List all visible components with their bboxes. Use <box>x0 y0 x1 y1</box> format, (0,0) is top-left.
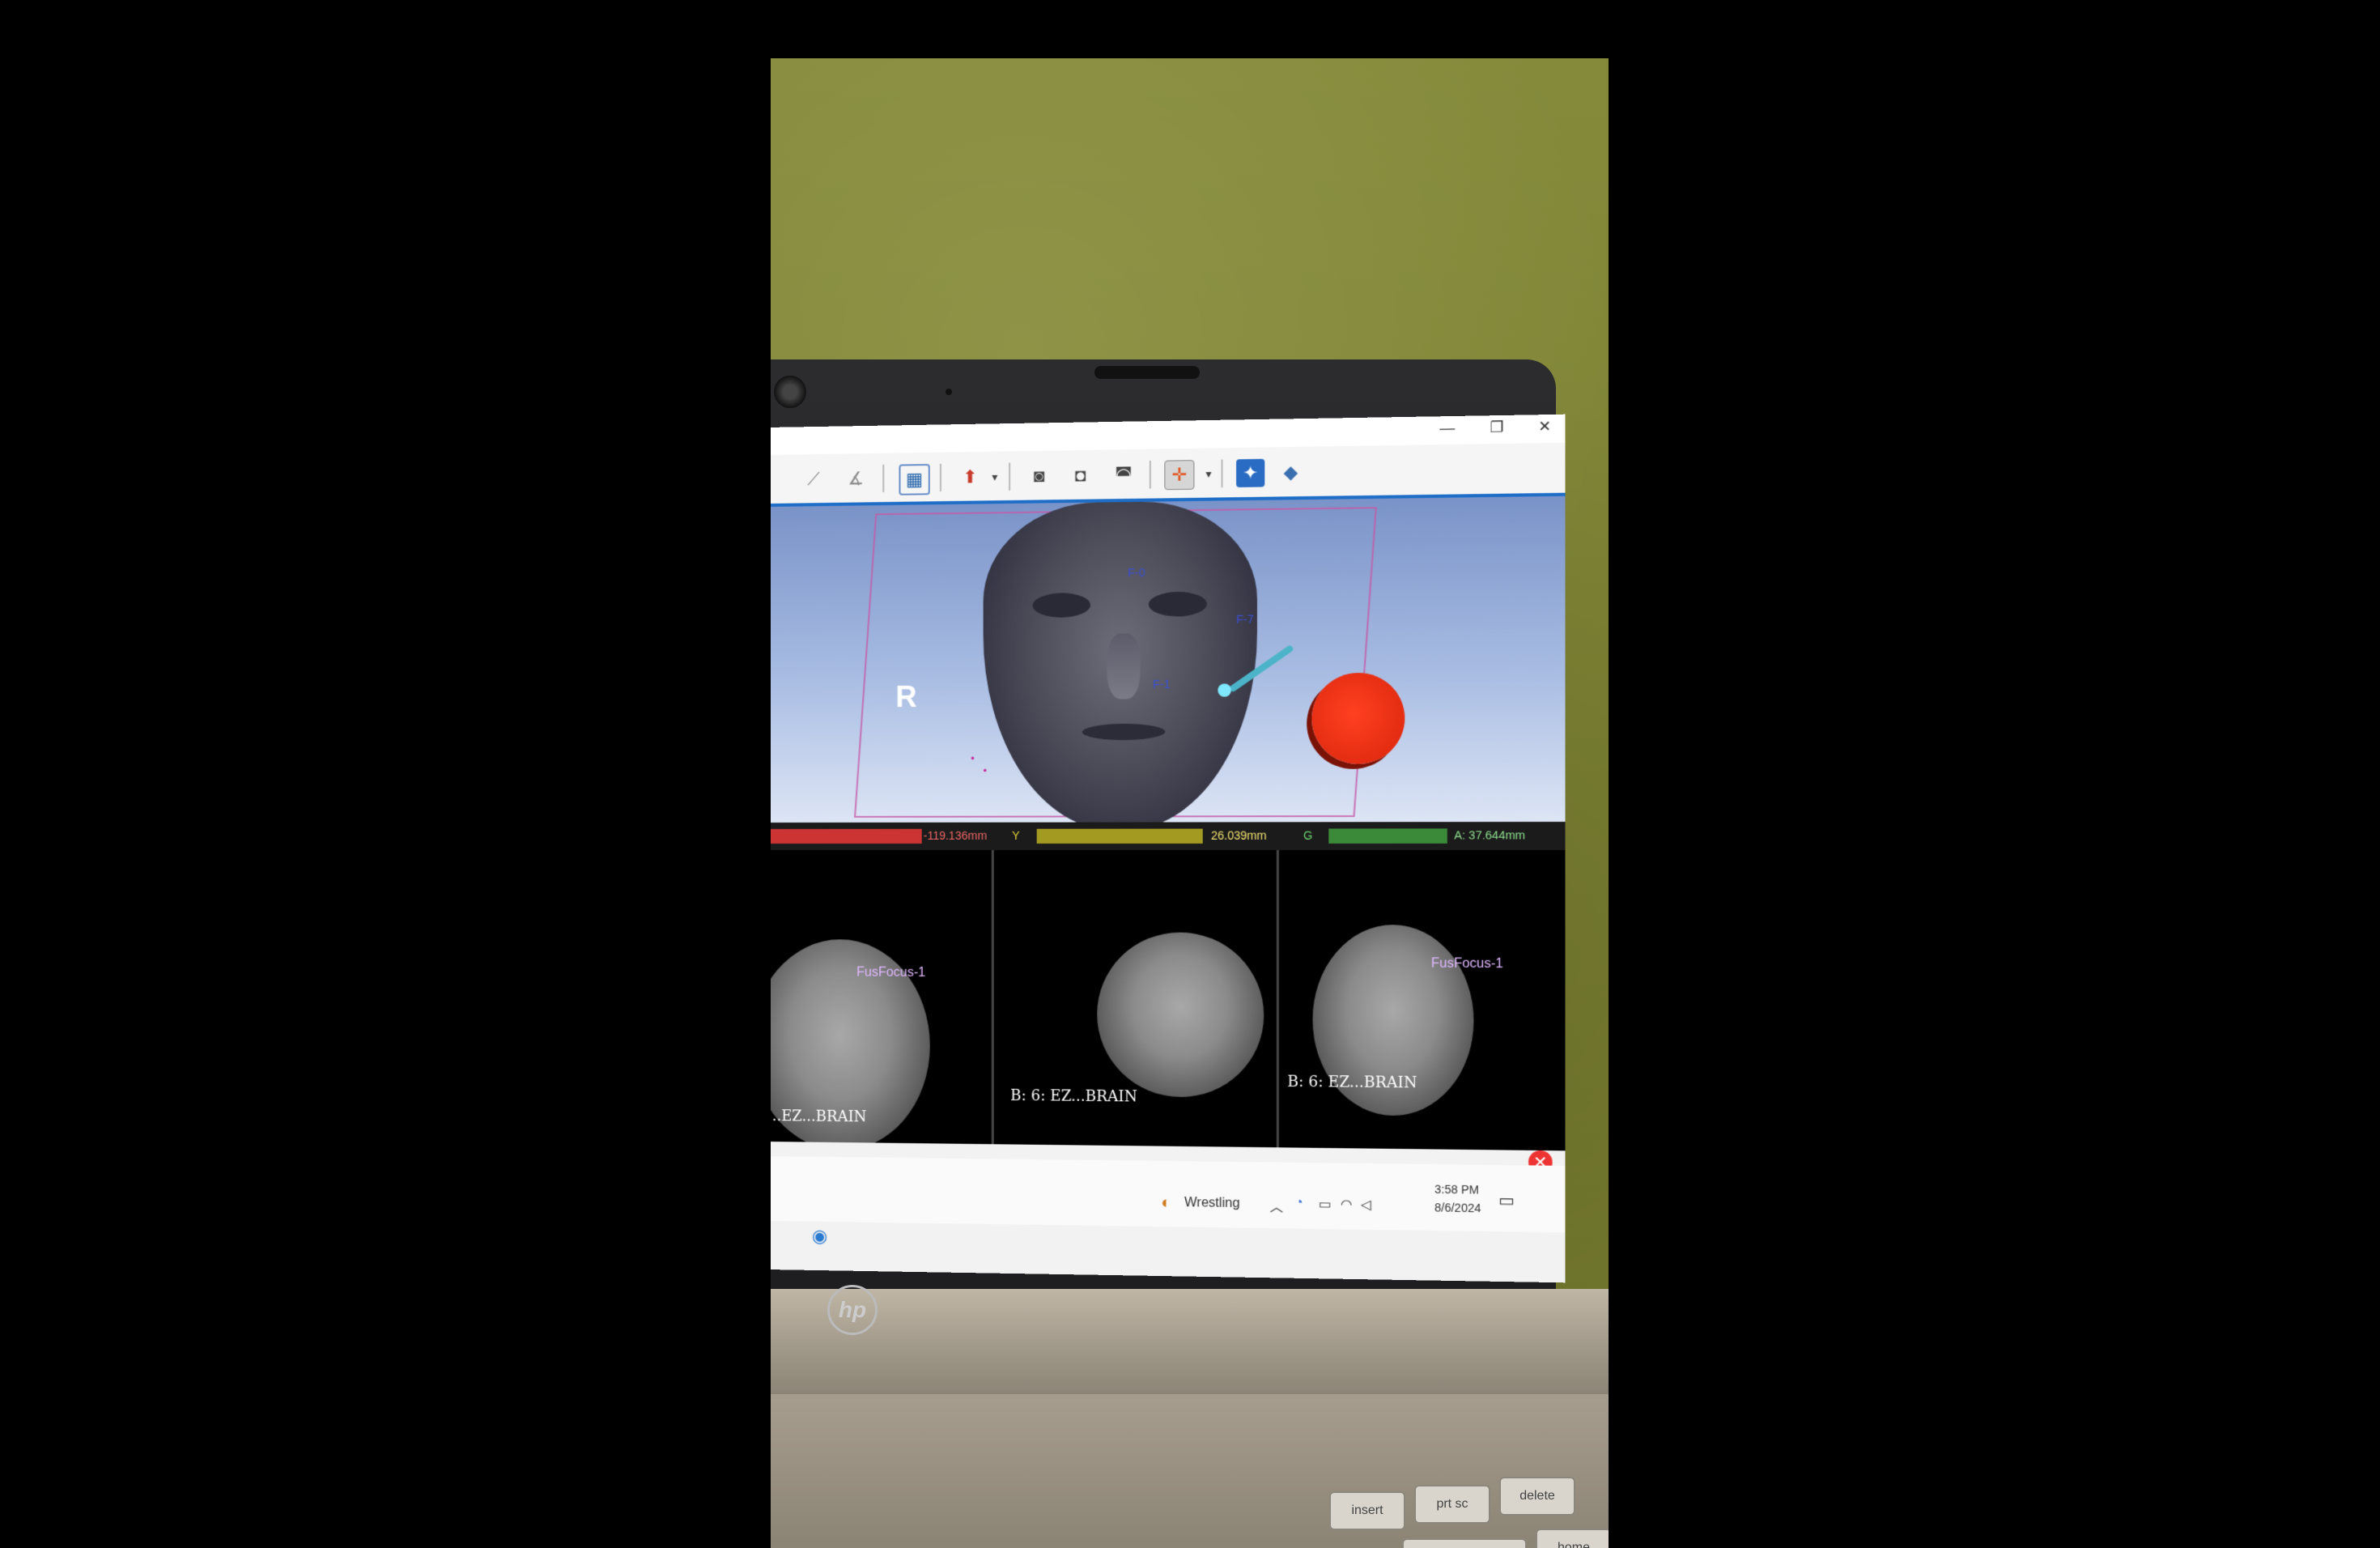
head-mouth <box>1082 723 1166 741</box>
battery-icon[interactable]: ▭ <box>1319 1196 1332 1213</box>
minimize-button[interactable]: — <box>1430 419 1464 437</box>
slice-volume-name: B: 6: EZ...BRAIN <box>1287 1073 1417 1092</box>
toolbar-separator <box>1009 462 1011 491</box>
fiducial-marker: • <box>971 753 975 765</box>
close-button[interactable]: ✕ <box>1528 418 1562 436</box>
laptop-hinge <box>771 1289 1609 1410</box>
notification-icon[interactable]: ▭ <box>1498 1190 1515 1211</box>
red-slice-offset: -119.136mm <box>923 828 988 842</box>
fiducial-label: F-1 <box>1152 677 1171 691</box>
python-icon[interactable]: ◆ <box>1277 458 1305 487</box>
chevron-down-icon[interactable]: ▾ <box>981 463 1009 491</box>
yellow-slice-slider[interactable] <box>1036 828 1203 844</box>
key-delete[interactable]: delete <box>1499 1477 1575 1516</box>
wifi-icon[interactable]: ◠ <box>1341 1196 1353 1213</box>
camera-indicator <box>946 389 952 395</box>
slice-fiducial-label: FusFocus-1 <box>856 965 926 980</box>
scene-view-icon[interactable]: ◚ <box>1110 461 1138 489</box>
start-app-icon[interactable]: ◉ <box>812 1226 827 1247</box>
slice-volume-name: B: 6: EZ...BRAIN <box>1010 1087 1137 1106</box>
screenshot-icon[interactable]: ◙ <box>1025 462 1053 491</box>
taskbar: ◐ Wrestling ︿ ◔ ▭ ◠ ◁ 3:58 PM 8/6/2024 ▭… <box>771 1156 1566 1246</box>
green-slice-slider[interactable] <box>1328 828 1447 844</box>
coronal-slice-view[interactable]: FusFocus-1 B: 6: EZ...BRAIN <box>1278 850 1566 1151</box>
head-eye-right <box>1148 591 1207 617</box>
slice-sliders: -119.136mm Y 26.039mm G A: 37.644mm <box>771 821 1566 851</box>
layout-icon[interactable]: ▦ <box>899 463 930 495</box>
place-fiducial-icon[interactable]: ✛ <box>1164 460 1195 491</box>
toolbar-separator <box>1221 459 1223 488</box>
chevron-down-icon[interactable]: ▾ <box>1194 460 1222 488</box>
hp-logo: hp <box>827 1285 878 1335</box>
head-nose <box>1107 633 1141 700</box>
bezel-notch <box>1094 366 1200 379</box>
fiducial-marker: • <box>983 765 987 777</box>
laptop-screen: — ❐ ✕ ⟋ ∡ ▦ ⬆ ▾ ◙ ◘ ◚ ✛ ▾ ✦ ◆ R F-0 F-7 … <box>771 414 1566 1283</box>
red-slice-slider[interactable] <box>771 828 922 844</box>
slice-fiducial-label: FusFocus-1 <box>1430 956 1503 972</box>
head-eye-left <box>1032 593 1091 619</box>
yellow-slice-label: Y <box>1012 828 1020 842</box>
extension-icon[interactable]: ✦ <box>1236 458 1265 487</box>
key-backspace[interactable]: backspace <box>1402 1538 1527 1548</box>
weather-label[interactable]: Wrestling <box>1184 1196 1240 1211</box>
key-insert[interactable]: insert <box>1329 1491 1405 1530</box>
3d-view[interactable]: R L F-0 F-7 F-1 • • <box>771 495 1566 823</box>
keyboard: insert prt sc delete backspace home <box>771 1477 1609 1548</box>
tray-chevron-icon[interactable]: ︿ <box>1270 1195 1284 1215</box>
ruler-icon[interactable]: ⟋ <box>800 466 827 494</box>
camera-capture-icon[interactable]: ◘ <box>1066 461 1094 490</box>
head-volume-render <box>983 500 1257 823</box>
toolbar-separator <box>882 464 885 493</box>
toolbar-separator <box>1149 460 1151 489</box>
network-icon[interactable]: ◔ <box>1295 1196 1303 1211</box>
sagittal-brain-image <box>1097 932 1264 1098</box>
probe-tip <box>1218 683 1231 697</box>
weather-icon: ◐ <box>1161 1193 1171 1213</box>
slice-volume-name: ...EZ...BRAIN <box>771 1108 867 1126</box>
webcam-icon <box>774 376 806 408</box>
slice-views: FusFocus-1 ...EZ...BRAIN B: 6: EZ...BRAI… <box>771 850 1566 1151</box>
toolbar-separator <box>939 463 941 492</box>
crosshair-up-icon[interactable]: ⬆ <box>956 463 984 491</box>
volume-icon[interactable]: ◁ <box>1361 1197 1371 1214</box>
orientation-label-right: R <box>895 679 917 714</box>
green-slice-offset: A: 37.644mm <box>1454 828 1526 842</box>
photo-frame: — ❐ ✕ ⟋ ∡ ▦ ⬆ ▾ ◙ ◘ ◚ ✛ ▾ ✦ ◆ R F-0 F-7 … <box>771 58 1609 1548</box>
fiducial-label: F-0 <box>1128 565 1145 580</box>
clock-time[interactable]: 3:58 PM <box>1434 1183 1479 1197</box>
sagittal-slice-view[interactable]: B: 6: EZ...BRAIN <box>993 850 1279 1148</box>
clock-date[interactable]: 8/6/2024 <box>1434 1201 1481 1214</box>
green-slice-label: G <box>1303 828 1313 842</box>
transducer-disc <box>1311 672 1405 764</box>
restore-button[interactable]: ❐ <box>1480 419 1514 436</box>
key-prtsc[interactable]: prt sc <box>1414 1485 1490 1524</box>
axial-slice-view[interactable]: FusFocus-1 ...EZ...BRAIN <box>771 850 994 1145</box>
yellow-slice-offset: 26.039mm <box>1211 828 1267 842</box>
key-home[interactable]: home <box>1536 1529 1609 1548</box>
angle-icon[interactable]: ∡ <box>842 465 869 493</box>
fiducial-label: F-7 <box>1236 612 1254 627</box>
